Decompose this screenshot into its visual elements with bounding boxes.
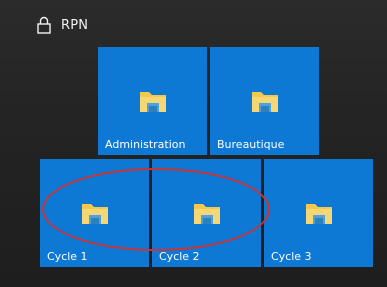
lock-icon <box>37 16 51 34</box>
tile-cycle-1[interactable]: Cycle 1 <box>40 159 149 267</box>
tile-label: Cycle 3 <box>271 250 312 263</box>
group-header[interactable]: RPN <box>37 14 88 36</box>
group-title: RPN <box>61 17 89 33</box>
tile-administration[interactable]: Administration <box>98 47 207 155</box>
folder-icon <box>305 204 332 224</box>
folder-icon <box>139 92 166 112</box>
tile-label: Cycle 2 <box>159 250 200 263</box>
tile-bureautique[interactable]: Bureautique <box>210 47 319 155</box>
tile-label: Bureautique <box>217 138 285 151</box>
tile-cycle-3[interactable]: Cycle 3 <box>264 159 373 267</box>
tile-cycle-2[interactable]: Cycle 2 <box>152 159 261 267</box>
folder-icon <box>251 92 278 112</box>
folder-icon <box>81 204 108 224</box>
folder-icon <box>193 204 220 224</box>
tile-label: Administration <box>105 138 186 151</box>
tile-label: Cycle 1 <box>47 250 88 263</box>
